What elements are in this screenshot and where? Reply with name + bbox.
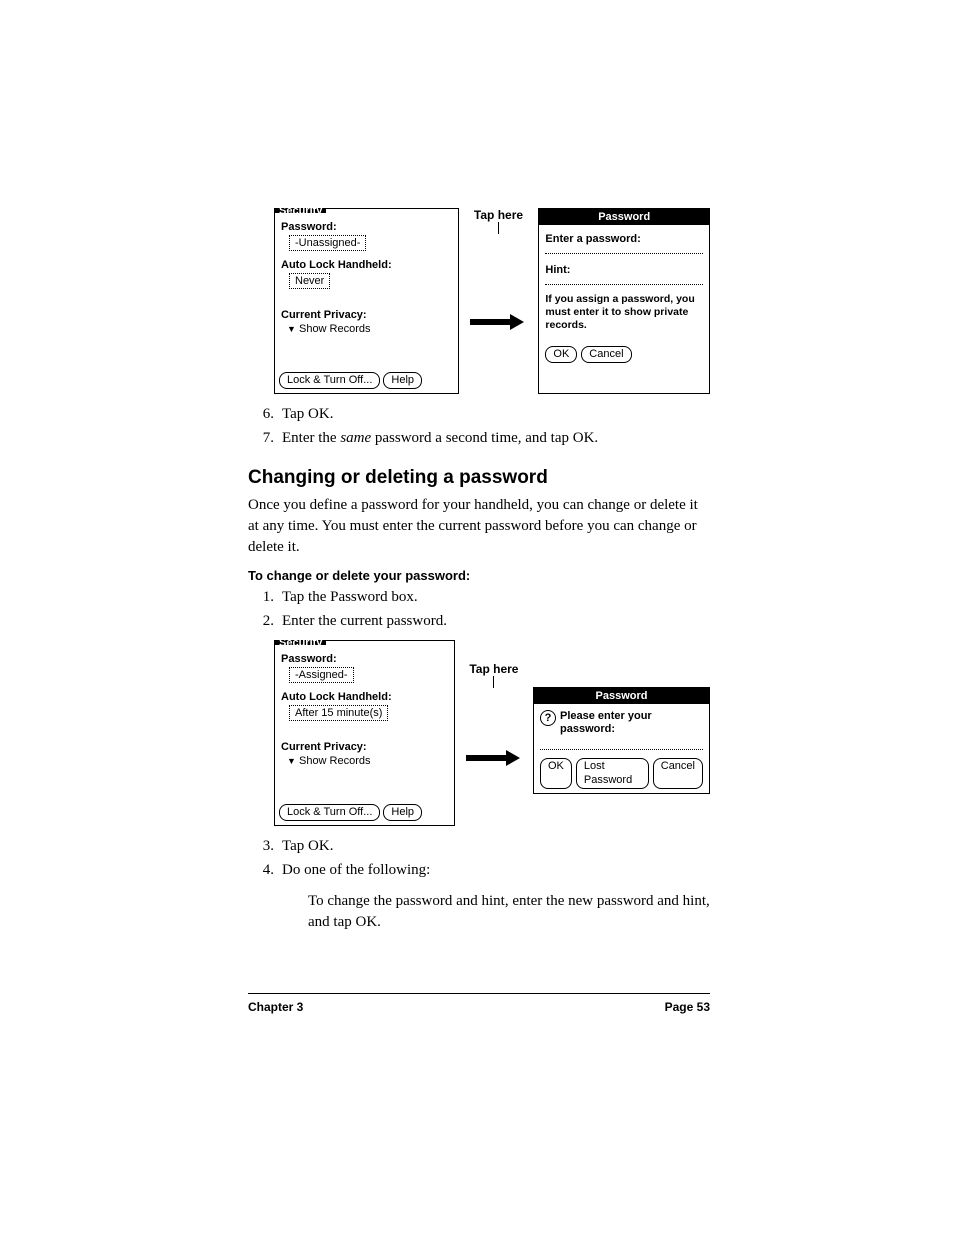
step-number: 2. [248, 611, 282, 632]
password-label: Password: [281, 653, 448, 665]
lock-turn-off-button[interactable]: Lock & Turn Off... [279, 804, 380, 821]
step-text: Tap OK. [282, 404, 710, 425]
tap-here-label: Tap here [469, 662, 518, 676]
cancel-button[interactable]: Cancel [581, 346, 631, 363]
arrow-right-icon [470, 316, 526, 328]
step-7: 7. Enter the same password a second time… [248, 428, 710, 449]
privacy-dropdown[interactable]: ▼ Show Records [287, 323, 452, 335]
privacy-label: Current Privacy: [281, 741, 448, 753]
security-screen-1: Security Password: -Unassigned- Auto Loc… [274, 208, 459, 394]
privacy-dropdown[interactable]: ▼ Show Records [287, 755, 448, 767]
password-dialog-1: Password Enter a password: Hint: If you … [538, 208, 710, 394]
ok-button[interactable]: OK [545, 346, 577, 363]
security-screen-2: Security Password: -Assigned- Auto Lock … [274, 640, 455, 826]
password-dialog-title: Password [534, 688, 709, 704]
tap-here-label: Tap here [474, 208, 523, 222]
autolock-label: Auto Lock Handheld: [281, 691, 448, 703]
sub-paragraph: To change the password and hint, enter t… [308, 891, 710, 933]
password-input-line[interactable] [540, 747, 703, 750]
footer-chapter: Chapter 3 [248, 1000, 303, 1014]
password-box[interactable]: -Assigned- [289, 667, 354, 683]
footer-page: Page 53 [665, 1000, 710, 1014]
tap-here-callout-1: Tap here [459, 208, 539, 392]
password-dialog-2: Password ? Please enter your password: O… [533, 687, 710, 795]
callout-line [498, 222, 499, 234]
autolock-box[interactable]: Never [289, 273, 330, 289]
privacy-value: Show Records [299, 755, 371, 767]
step-text: Tap OK. [282, 836, 710, 857]
step-6: 6. Tap OK. [248, 404, 710, 425]
arrow-right-icon [466, 752, 522, 764]
page: Security Password: -Unassigned- Auto Loc… [0, 0, 954, 1114]
section-heading: Changing or deleting a password [248, 467, 710, 489]
lock-turn-off-button[interactable]: Lock & Turn Off... [279, 372, 380, 389]
chevron-down-icon: ▼ [287, 324, 296, 334]
privacy-value: Show Records [299, 323, 371, 335]
figure-1: Security Password: -Unassigned- Auto Loc… [274, 208, 710, 394]
figure-2: Security Password: -Assigned- Auto Lock … [274, 640, 710, 826]
question-icon: ? [540, 710, 556, 726]
tap-here-callout-2: Tap here [455, 640, 533, 824]
page-footer: Chapter 3 Page 53 [248, 993, 710, 1014]
privacy-label: Current Privacy: [281, 309, 452, 321]
paragraph: Once you define a password for your hand… [248, 495, 710, 558]
hint-label: Hint: [545, 264, 703, 276]
step-text: Tap the Password box. [282, 587, 710, 608]
autolock-box[interactable]: After 15 minute(s) [289, 705, 388, 721]
step-number: 7. [248, 428, 282, 449]
step-3: 3. Tap OK. [248, 836, 710, 857]
callout-line [493, 676, 494, 688]
step-text: Enter the same password a second time, a… [282, 428, 710, 449]
autolock-label: Auto Lock Handheld: [281, 259, 452, 271]
step-number: 3. [248, 836, 282, 857]
procedure-heading: To change or delete your password: [248, 568, 710, 583]
step-text: Enter the current password. [282, 611, 710, 632]
password-box[interactable]: -Unassigned- [289, 235, 366, 251]
step-4: 4. Do one of the following: [248, 860, 710, 881]
lost-password-button[interactable]: Lost Password [576, 758, 649, 789]
password-prompt: Please enter your password: [560, 710, 703, 738]
step-2: 2. Enter the current password. [248, 611, 710, 632]
step-number: 4. [248, 860, 282, 881]
chevron-down-icon: ▼ [287, 756, 296, 766]
password-dialog-title: Password [539, 209, 709, 225]
step-number: 1. [248, 587, 282, 608]
help-button[interactable]: Help [383, 372, 422, 389]
help-button[interactable]: Help [383, 804, 422, 821]
password-input-line[interactable] [545, 251, 703, 254]
step-text: Do one of the following: [282, 860, 710, 881]
cancel-button[interactable]: Cancel [653, 758, 703, 789]
password-label: Password: [281, 221, 452, 233]
hint-input-line[interactable] [545, 282, 703, 285]
password-message: If you assign a password, you must enter… [545, 293, 703, 332]
enter-password-label: Enter a password: [545, 233, 703, 245]
step-1: 1. Tap the Password box. [248, 587, 710, 608]
ok-button[interactable]: OK [540, 758, 572, 789]
step-number: 6. [248, 404, 282, 425]
